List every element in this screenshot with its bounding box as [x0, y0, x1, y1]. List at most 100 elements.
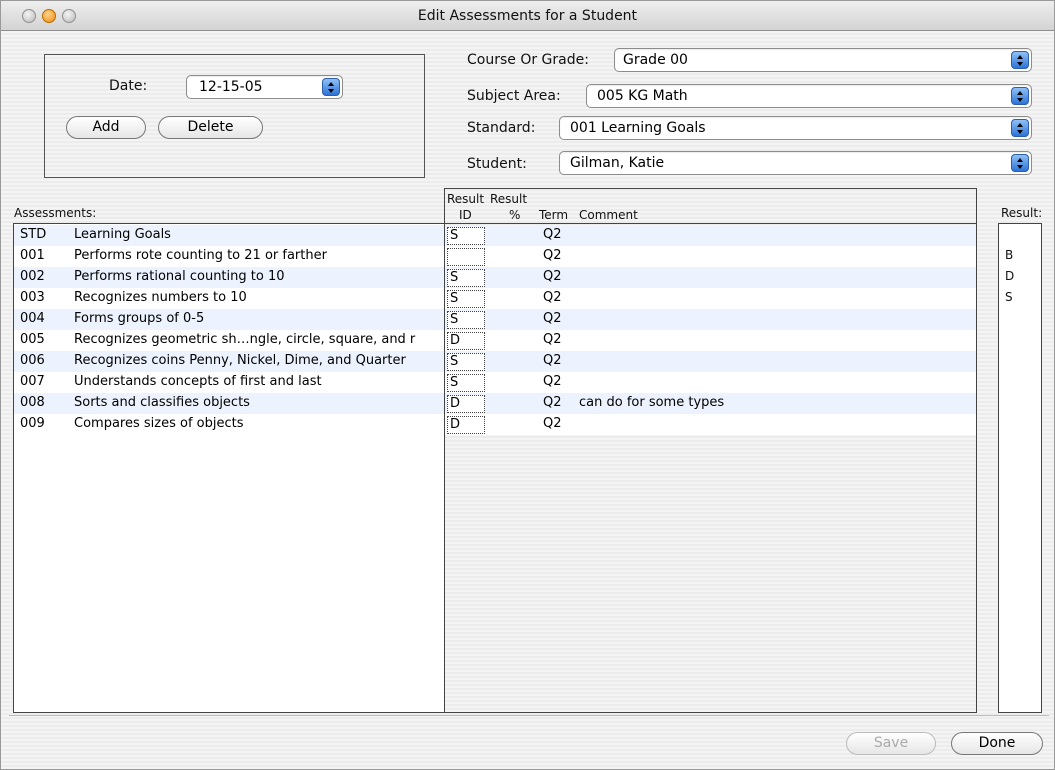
result-id-cell[interactable]: S [447, 290, 485, 308]
assessment-row[interactable]: 002 Performs rational counting to 10 [14, 267, 444, 288]
assessment-desc: Learning Goals [74, 227, 171, 242]
assessment-row[interactable]: STD Learning Goals [14, 225, 444, 246]
result-code-item[interactable]: D [1005, 269, 1014, 283]
assessments-list[interactable]: STD Learning Goals 001 Performs rote cou… [13, 223, 445, 713]
result-id-header-top: Result [447, 192, 485, 206]
date-value: 12-15-05 [199, 79, 263, 95]
result-pct-header-top: Result [490, 192, 528, 206]
result-id-cell[interactable]: D [447, 416, 485, 434]
assessment-desc: Performs rational counting to 10 [74, 269, 285, 284]
assessment-code: 009 [20, 416, 45, 431]
assessment-row[interactable]: 008 Sorts and classifies objects [14, 393, 444, 414]
subject-value: 005 KG Math [597, 88, 688, 104]
term-header: Term [539, 208, 569, 222]
result-row[interactable]: D Q2 can do for some types [445, 393, 976, 414]
assessment-desc: Compares sizes of objects [74, 416, 244, 431]
assessment-row[interactable]: 003 Recognizes numbers to 10 [14, 288, 444, 309]
standard-select[interactable]: 001 Learning Goals [559, 116, 1032, 140]
comment-cell[interactable]: can do for some types [579, 393, 724, 413]
assessment-code: STD [20, 227, 47, 242]
result-id-cell[interactable]: D [447, 395, 485, 413]
assessment-code: 005 [20, 332, 45, 347]
assessment-row[interactable]: 009 Compares sizes of objects [14, 414, 444, 435]
result-row[interactable]: Q2 [445, 246, 976, 267]
result-pct-header: % [509, 208, 521, 222]
popup-arrows-icon [1011, 87, 1029, 105]
subject-select[interactable]: 005 KG Math [586, 84, 1032, 108]
term-cell: Q2 [543, 311, 562, 326]
course-select[interactable]: Grade 00 [614, 48, 1032, 72]
result-codes-list[interactable]: B D S [998, 223, 1042, 713]
window-title: Edit Assessments for a Student [417, 8, 638, 24]
result-row[interactable]: S Q2 [445, 351, 976, 372]
save-button[interactable]: Save [846, 732, 936, 755]
results-body: S Q2 Q2 S Q2 S Q2 S Q2 D Q2 S Q2 S Q2 D … [445, 223, 976, 712]
term-cell: Q2 [543, 374, 562, 389]
standard-label: Standard: [467, 120, 536, 136]
assessment-row[interactable]: 004 Forms groups of 0-5 [14, 309, 444, 330]
result-id-cell[interactable]: S [447, 374, 485, 392]
term-cell: Q2 [543, 269, 562, 284]
result-row[interactable]: D Q2 [445, 330, 976, 351]
assessment-code: 006 [20, 353, 45, 368]
results-grid[interactable]: Result Result ID % Term Comment S Q2 Q2 … [444, 188, 977, 713]
result-row[interactable]: S Q2 [445, 372, 976, 393]
assessment-desc: Performs rote counting to 21 or farther [74, 248, 327, 263]
result-row[interactable]: D Q2 [445, 414, 976, 435]
term-cell: Q2 [543, 395, 562, 410]
assessment-code: 001 [20, 248, 45, 263]
footer-divider [9, 715, 1049, 716]
edit-assessments-window: Edit Assessments for a Student Date: 12-… [0, 0, 1055, 770]
result-id-cell[interactable]: S [447, 227, 485, 245]
result-id-cell[interactable]: S [447, 311, 485, 329]
term-cell: Q2 [543, 416, 562, 431]
result-id-cell[interactable]: S [447, 353, 485, 371]
assessment-desc: Understands concepts of first and last [74, 374, 322, 389]
student-value: Gilman, Katie [570, 155, 665, 171]
popup-arrows-icon [1011, 154, 1029, 172]
date-label: Date: [109, 78, 148, 94]
date-panel: Date: 12-15-05 Add Delete [44, 54, 425, 178]
result-id-header: ID [459, 208, 472, 222]
result-code-item[interactable]: B [1005, 248, 1013, 262]
course-label: Course Or Grade: [467, 52, 589, 68]
term-cell: Q2 [543, 227, 562, 242]
result-code-item[interactable]: S [1005, 290, 1013, 304]
result-row[interactable]: S Q2 [445, 309, 976, 330]
popup-arrows-icon [322, 78, 340, 96]
standard-value: 001 Learning Goals [570, 120, 706, 136]
term-cell: Q2 [543, 290, 562, 305]
assessment-row[interactable]: 006 Recognizes coins Penny, Nickel, Dime… [14, 351, 444, 372]
assessment-desc: Sorts and classifies objects [74, 395, 250, 410]
assessment-row[interactable]: 007 Understands concepts of first and la… [14, 372, 444, 393]
result-row[interactable]: S Q2 [445, 288, 976, 309]
term-cell: Q2 [543, 332, 562, 347]
assessment-row[interactable]: 001 Performs rote counting to 21 or fart… [14, 246, 444, 267]
assessment-desc: Recognizes geometric sh…ngle, circle, sq… [74, 332, 416, 347]
assessment-code: 003 [20, 290, 45, 305]
assessment-code: 002 [20, 269, 45, 284]
done-button[interactable]: Done [951, 732, 1043, 755]
add-button[interactable]: Add [66, 116, 146, 139]
subject-label: Subject Area: [467, 88, 561, 104]
result-id-cell[interactable]: D [447, 332, 485, 350]
popup-arrows-icon [1011, 51, 1029, 69]
popup-arrows-icon [1011, 119, 1029, 137]
result-id-cell[interactable]: S [447, 269, 485, 287]
assessment-desc: Recognizes coins Penny, Nickel, Dime, an… [74, 353, 406, 368]
result-row[interactable]: S Q2 [445, 267, 976, 288]
title-bar: Edit Assessments for a Student [1, 1, 1054, 31]
student-select[interactable]: Gilman, Katie [559, 151, 1032, 175]
term-cell: Q2 [543, 353, 562, 368]
result-codes-header: Result: [1001, 206, 1043, 220]
result-row[interactable]: S Q2 [445, 225, 976, 246]
term-cell: Q2 [543, 248, 562, 263]
assessment-desc: Forms groups of 0-5 [74, 311, 205, 326]
student-label: Student: [467, 156, 527, 172]
date-select[interactable]: 12-15-05 [186, 75, 343, 99]
result-id-cell[interactable] [447, 248, 485, 266]
assessment-row[interactable]: 005 Recognizes geometric sh…ngle, circle… [14, 330, 444, 351]
assessment-code: 004 [20, 311, 45, 326]
assessment-code: 007 [20, 374, 45, 389]
delete-button[interactable]: Delete [158, 116, 263, 139]
